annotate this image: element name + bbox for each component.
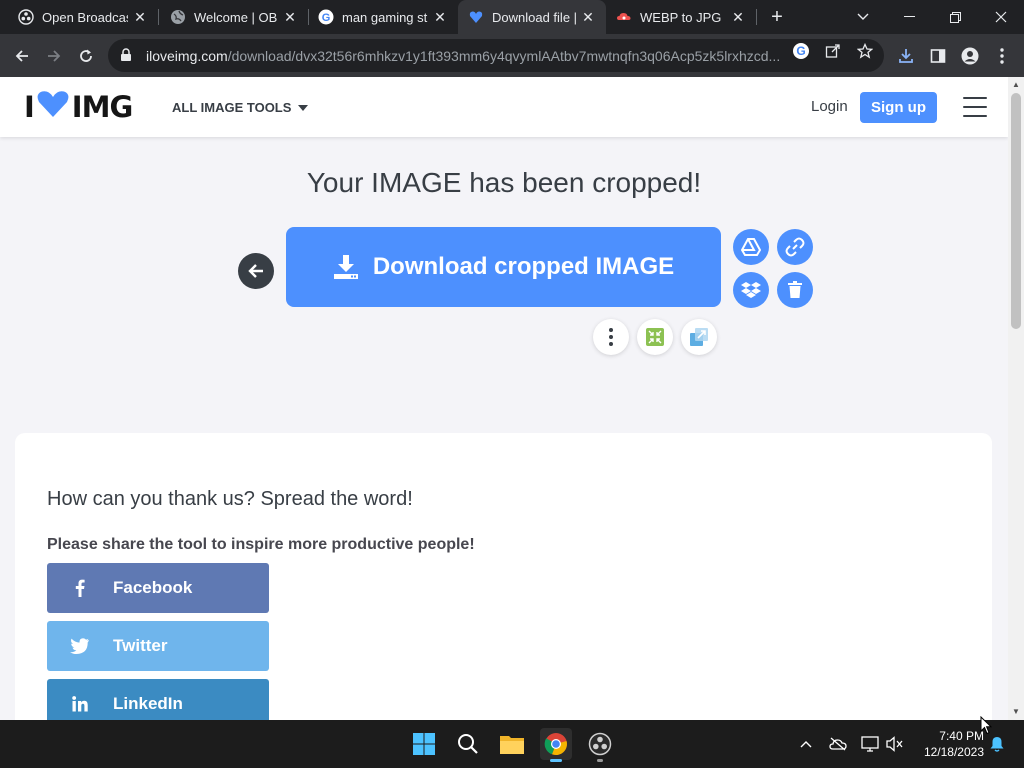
- share-twitter-button[interactable]: Twitter: [47, 621, 269, 671]
- google-lens-icon[interactable]: G: [792, 42, 810, 60]
- close-icon[interactable]: ✕: [282, 9, 298, 26]
- browser-toolbar: iloveimg.com/download/dvx32t56r6mhkzv1y1…: [0, 34, 1024, 77]
- trash-icon: [788, 281, 802, 298]
- login-link[interactable]: Login: [811, 98, 848, 115]
- download-icon[interactable]: [897, 47, 915, 65]
- obs-taskbar-icon[interactable]: [584, 728, 616, 762]
- tab-strip: Open Broadcas ✕ Welcome | OBS ✕ G man ga…: [0, 0, 1024, 34]
- windows-taskbar: 7:40 PM 12/18/2023: [0, 720, 1024, 768]
- close-icon[interactable]: ✕: [432, 9, 448, 26]
- download-icon: [333, 254, 359, 280]
- lock-icon: [120, 47, 136, 64]
- facebook-icon: [47, 579, 113, 597]
- back-arrow-button[interactable]: [238, 253, 274, 289]
- globe-icon: [170, 9, 186, 25]
- page-title: Your IMAGE has been cropped!: [306, 167, 702, 198]
- chrome-taskbar-icon[interactable]: [540, 728, 572, 762]
- windows-start-icon[interactable]: [408, 728, 440, 760]
- bookmark-star-icon[interactable]: [856, 42, 874, 60]
- tab-title: Welcome | OBS: [194, 9, 278, 25]
- svg-text:G: G: [796, 44, 805, 58]
- share-facebook-button[interactable]: Facebook: [47, 563, 269, 613]
- link-icon: [785, 237, 805, 257]
- close-icon[interactable]: ✕: [730, 9, 746, 26]
- tab-obs[interactable]: Open Broadcas ✕: [8, 0, 158, 34]
- profile-icon[interactable]: [961, 47, 979, 65]
- restore-button[interactable]: [932, 0, 978, 34]
- forward-button[interactable]: [40, 42, 68, 70]
- share-card-title: How can you thank us? Spread the word!: [47, 488, 413, 510]
- tab-title: man gaming st: [342, 9, 428, 25]
- display-icon[interactable]: [861, 735, 879, 753]
- more-vertical-icon: [609, 328, 613, 346]
- scroll-down-arrow[interactable]: ▼: [1008, 704, 1024, 720]
- mouse-cursor-icon: [980, 715, 993, 740]
- search-icon[interactable]: [452, 728, 484, 760]
- all-image-tools-menu[interactable]: ALL IMAGE TOOLS: [172, 100, 309, 115]
- clock-date: 12/18/2023: [923, 745, 984, 759]
- dropbox-button[interactable]: [733, 272, 769, 308]
- tab-title: WEBP to JPG | C: [640, 9, 726, 25]
- download-cropped-button[interactable]: Download cropped IMAGE: [286, 227, 721, 307]
- tab-title: Download file |: [492, 9, 576, 25]
- google-drive-button[interactable]: [733, 229, 769, 265]
- caret-down-icon: [298, 104, 309, 111]
- page-scrollbar[interactable]: ▲ ▼: [1008, 77, 1024, 720]
- tab-download-file[interactable]: Download file | ✕: [458, 0, 606, 34]
- share-card-subtitle: Please share the tool to inspire more pr…: [47, 536, 475, 553]
- reload-button[interactable]: [72, 42, 100, 70]
- more-options-button[interactable]: [593, 319, 629, 355]
- system-clock[interactable]: 7:40 PM 12/18/2023: [912, 728, 984, 760]
- svg-text:G: G: [322, 12, 331, 24]
- share-card: How can you thank us? Spread the word! P…: [15, 433, 992, 720]
- signup-button[interactable]: Sign up: [860, 92, 937, 123]
- file-explorer-icon[interactable]: [496, 728, 528, 760]
- compress-image-button[interactable]: [637, 319, 673, 355]
- tab-google-search[interactable]: G man gaming st ✕: [308, 0, 458, 34]
- sidepanel-icon[interactable]: [929, 47, 947, 65]
- tab-welcome-obs[interactable]: Welcome | OBS ✕: [160, 0, 308, 34]
- url-text: iloveimg.com/download/dvx32t56r6mhkzv1y1…: [146, 47, 781, 64]
- delete-button[interactable]: [777, 272, 813, 308]
- iloveimg-logo[interactable]: I IMG: [24, 90, 133, 125]
- address-bar[interactable]: iloveimg.com/download/dvx32t56r6mhkzv1y1…: [108, 39, 884, 72]
- tab-search-button[interactable]: [840, 0, 886, 34]
- compress-icon: [646, 328, 664, 346]
- back-button[interactable]: [8, 42, 36, 70]
- new-tab-button[interactable]: +: [766, 6, 788, 28]
- minimize-button[interactable]: [886, 0, 932, 34]
- dropbox-icon: [741, 282, 761, 298]
- twitter-icon: [47, 638, 113, 654]
- menu-kebab-icon[interactable]: [993, 47, 1011, 65]
- google-drive-icon: [741, 238, 761, 256]
- clock-time: 7:40 PM: [939, 729, 984, 743]
- linkedin-icon: [47, 696, 113, 712]
- resize-image-button[interactable]: [681, 319, 717, 355]
- share-linkedin-button[interactable]: LinkedIn: [47, 679, 269, 720]
- scroll-up-arrow[interactable]: ▲: [1008, 77, 1024, 93]
- tab-webp-to-jpg[interactable]: WEBP to JPG | C ✕: [606, 0, 756, 34]
- hamburger-menu-icon[interactable]: [963, 97, 987, 117]
- iloveimg-icon: [468, 9, 484, 25]
- volume-muted-icon[interactable]: [886, 735, 904, 753]
- share-icon[interactable]: [824, 42, 842, 60]
- obs-icon: [18, 9, 34, 25]
- close-window-button[interactable]: [978, 0, 1024, 34]
- google-icon: G: [318, 9, 334, 25]
- close-icon[interactable]: ✕: [580, 9, 596, 26]
- chevron-up-icon[interactable]: [797, 735, 815, 753]
- onedrive-icon[interactable]: [829, 735, 847, 753]
- download-label: Download cropped IMAGE: [372, 253, 675, 280]
- heart-icon: [36, 90, 70, 125]
- site-header: I IMG ALL IMAGE TOOLS Login Sign up: [0, 77, 1008, 137]
- scrollbar-thumb[interactable]: [1011, 93, 1021, 329]
- cloud-icon: [616, 9, 632, 25]
- tab-title: Open Broadcas: [42, 9, 128, 25]
- close-icon[interactable]: ✕: [132, 9, 148, 26]
- resize-icon: [690, 328, 708, 346]
- copy-link-button[interactable]: [777, 229, 813, 265]
- page-viewport: I IMG ALL IMAGE TOOLS Login Sign up Your…: [0, 77, 1008, 720]
